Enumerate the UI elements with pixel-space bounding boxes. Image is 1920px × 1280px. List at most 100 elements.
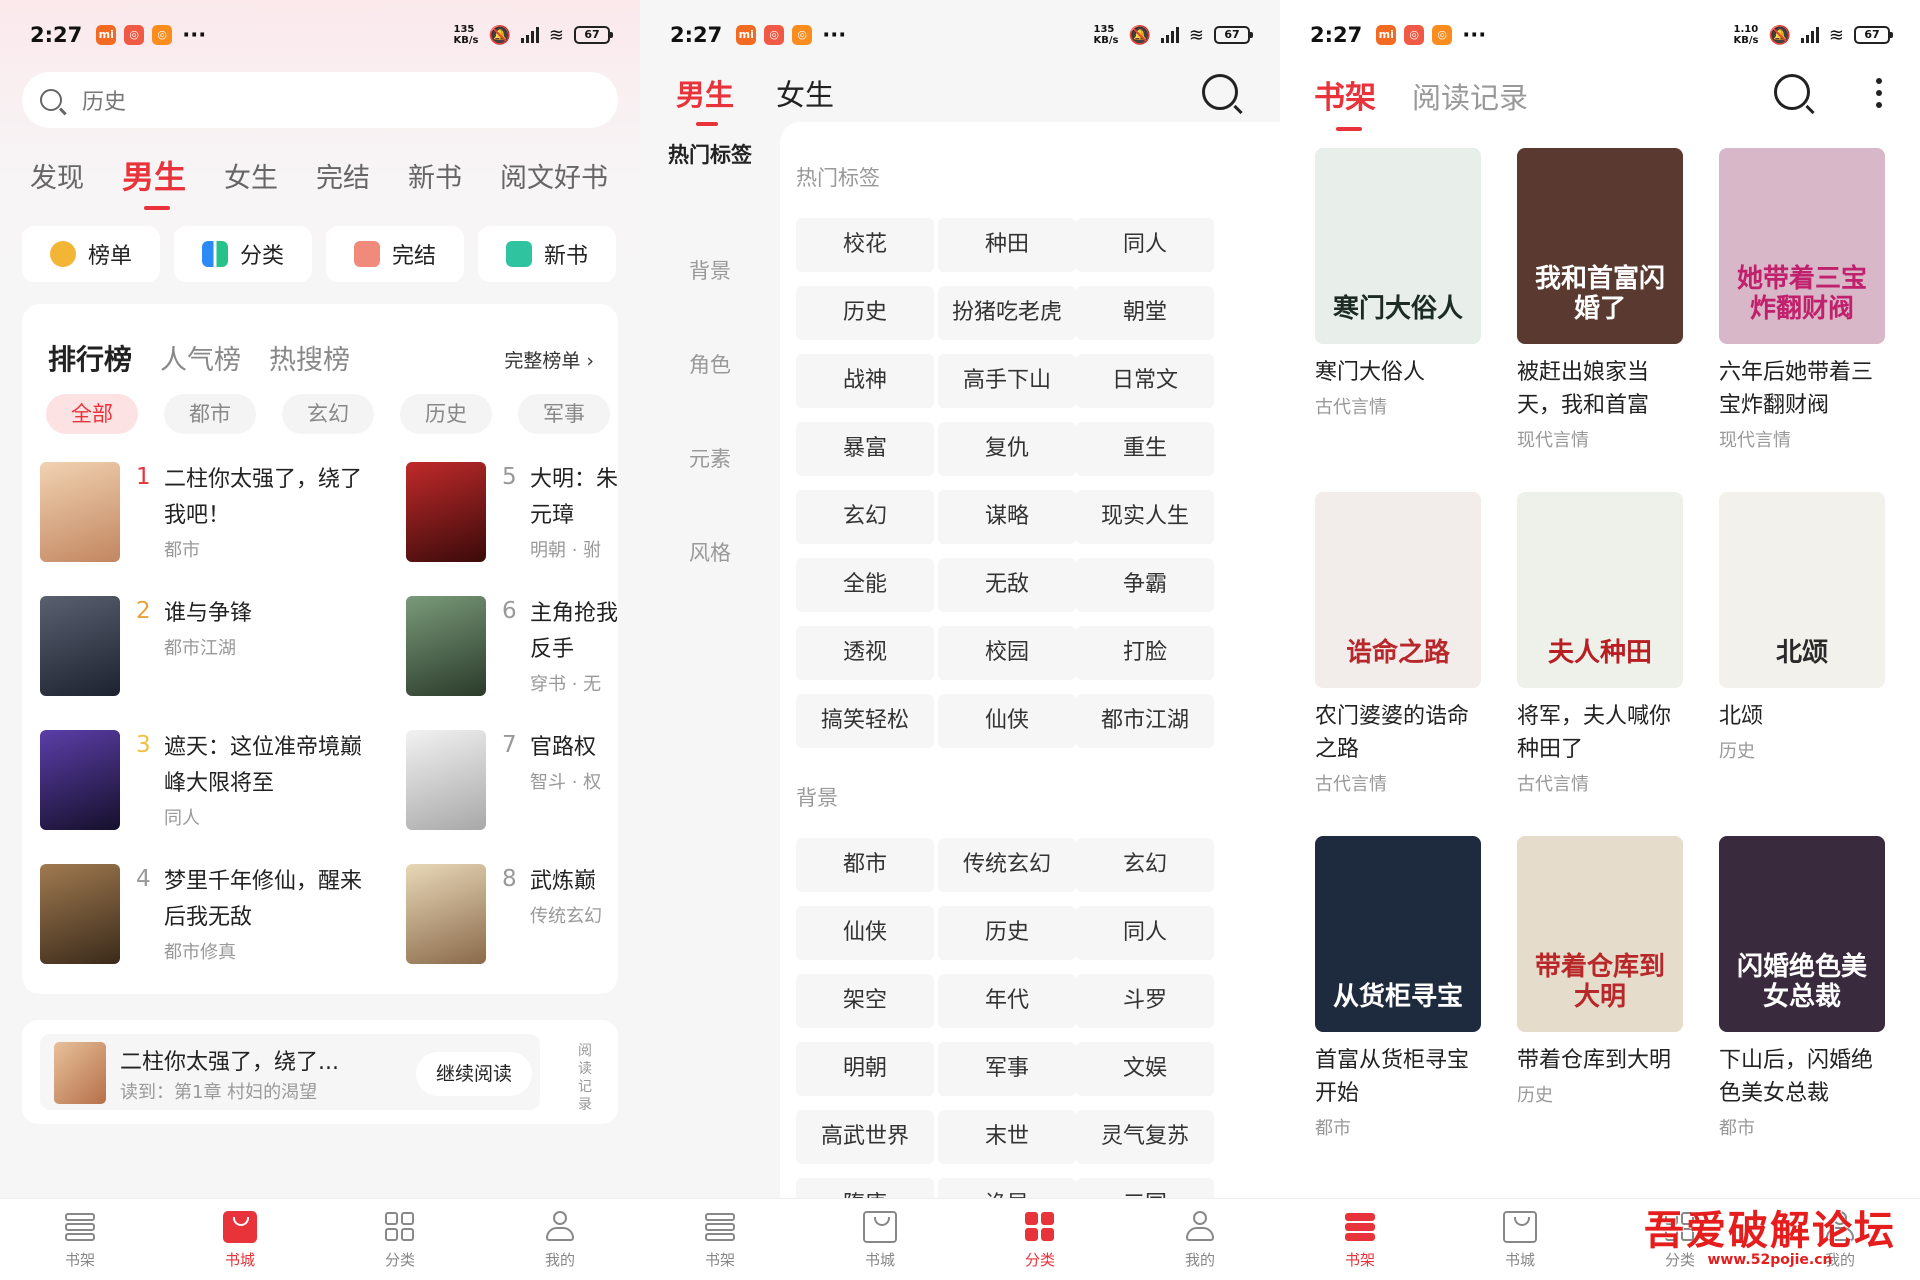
nav-shelf[interactable]: 书架 <box>0 1199 160 1280</box>
tag-chip[interactable]: 全能 <box>796 558 934 612</box>
side-hot-tags[interactable]: 热门标签 <box>640 130 780 224</box>
side-role[interactable]: 角色 <box>640 318 780 412</box>
side-style[interactable]: 风格 <box>640 506 780 600</box>
tab-ranking[interactable]: 排行榜 <box>48 338 132 378</box>
nav-shelf[interactable]: 书架 <box>640 1199 800 1280</box>
tab-female[interactable]: 女生 <box>224 156 278 202</box>
rank-item[interactable]: 6 主角抢我反手 穿书 · 无 <box>406 596 618 706</box>
nav-category[interactable]: 分类 <box>960 1199 1120 1280</box>
tab-hot-search[interactable]: 热搜榜 <box>269 338 350 378</box>
chip-military[interactable]: 军事 <box>518 394 610 434</box>
nav-profile[interactable]: 我的 <box>480 1199 640 1280</box>
shelf-book[interactable]: 寒门大俗人 寒门大俗人 古代言情 <box>1315 148 1483 419</box>
tag-chip[interactable]: 朝堂 <box>1076 286 1214 340</box>
shelf-book[interactable]: 诰命之路 农门婆婆的诰命之路 古代言情 <box>1315 492 1483 796</box>
tab-finished[interactable]: 完结 <box>316 156 370 202</box>
shelf-book[interactable]: 闪婚绝色美女总裁 下山后，闪婚绝色美女总裁 都市 <box>1719 836 1887 1140</box>
chip-fantasy[interactable]: 玄幻 <box>282 394 374 434</box>
tag-chip[interactable]: 现实人生 <box>1076 490 1214 544</box>
shelf-book[interactable]: 北颂 北颂 历史 <box>1719 492 1887 763</box>
category-button[interactable]: 分类 <box>174 226 312 282</box>
tab-popular[interactable]: 人气榜 <box>160 338 241 378</box>
tag-chip[interactable]: 玄幻 <box>796 490 934 544</box>
rank-item[interactable]: 4 梦里千年修仙，醒来后我无敌 都市修真 <box>40 864 370 974</box>
tag-chip[interactable]: 年代 <box>938 974 1076 1028</box>
tag-chip[interactable]: 校园 <box>938 626 1076 680</box>
tag-chip[interactable]: 都市 <box>796 838 934 892</box>
tag-chip[interactable]: 搞笑轻松 <box>796 694 934 748</box>
nav-store[interactable]: 书城 <box>1440 1199 1600 1280</box>
shelf-book[interactable]: 从货柜寻宝 首富从货柜寻宝开始 都市 <box>1315 836 1483 1140</box>
tag-chip[interactable]: 历史 <box>796 286 934 340</box>
rank-item[interactable]: 5 大明：朱元璋 明朝 · 驸 <box>406 462 618 572</box>
chip-history[interactable]: 历史 <box>400 394 492 434</box>
shelf-book[interactable]: 夫人种田 将军，夫人喊你种田了 古代言情 <box>1517 492 1685 796</box>
more-menu-icon[interactable] <box>1876 78 1882 114</box>
tag-chip[interactable]: 无敌 <box>938 558 1076 612</box>
nav-store[interactable]: 书城 <box>800 1199 960 1280</box>
finished-button[interactable]: 完结 <box>326 226 464 282</box>
chip-urban[interactable]: 都市 <box>164 394 256 434</box>
search-input[interactable]: 历史 <box>22 72 618 128</box>
search-icon[interactable] <box>1774 74 1810 110</box>
shelf-book[interactable]: 她带着三宝炸翻财阀 六年后她带着三宝炸翻财阀 现代言情 <box>1719 148 1887 452</box>
tab-shelf[interactable]: 书架 <box>1314 72 1376 131</box>
continue-reading-button[interactable]: 继续阅读 <box>416 1052 532 1096</box>
tag-chip[interactable]: 仙侠 <box>938 694 1076 748</box>
rank-item[interactable]: 7 官路权 智斗 · 权 <box>406 730 618 840</box>
tag-chip[interactable]: 扮猪吃老虎 <box>938 286 1076 340</box>
tag-chip[interactable]: 都市江湖 <box>1076 694 1214 748</box>
chip-all[interactable]: 全部 <box>46 394 138 434</box>
shelf-book[interactable]: 带着仓库到大明 带着仓库到大明 历史 <box>1517 836 1685 1107</box>
tag-chip[interactable]: 透视 <box>796 626 934 680</box>
tag-chip[interactable]: 同人 <box>1076 906 1214 960</box>
tag-chip[interactable]: 种田 <box>938 218 1076 272</box>
tag-chip[interactable]: 高武世界 <box>796 1110 934 1164</box>
tag-chip[interactable]: 明朝 <box>796 1042 934 1096</box>
tag-chip[interactable]: 斗罗 <box>1076 974 1214 1028</box>
tab-male[interactable]: 男生 <box>122 152 186 210</box>
new-book-button[interactable]: 新书 <box>478 226 616 282</box>
tag-chip[interactable]: 末世 <box>938 1110 1076 1164</box>
tag-chip[interactable]: 日常文 <box>1076 354 1214 408</box>
tag-chip[interactable]: 谋略 <box>938 490 1076 544</box>
tag-chip[interactable]: 打脸 <box>1076 626 1214 680</box>
tag-chip[interactable]: 历史 <box>938 906 1076 960</box>
rank-item[interactable]: 2 谁与争锋 都市江湖 <box>40 596 370 706</box>
tag-chip[interactable]: 校花 <box>796 218 934 272</box>
side-background[interactable]: 背景 <box>640 224 780 318</box>
nav-category[interactable]: 分类 <box>320 1199 480 1280</box>
tag-chip[interactable]: 复仇 <box>938 422 1076 476</box>
tag-chip[interactable]: 军事 <box>938 1042 1076 1096</box>
rank-item[interactable]: 8 武炼巅 传统玄幻 <box>406 864 618 974</box>
shelf-book[interactable]: 我和首富闪婚了 被赶出娘家当天，我和首富 现代言情 <box>1517 148 1685 452</box>
tag-chip[interactable]: 重生 <box>1076 422 1214 476</box>
tag-chip[interactable]: 玄幻 <box>1076 838 1214 892</box>
tab-reading-history[interactable]: 阅读记录 <box>1412 75 1528 117</box>
search-icon[interactable] <box>1202 74 1238 110</box>
tag-chip[interactable]: 高手下山 <box>938 354 1076 408</box>
reading-history-link[interactable]: 阅读记录 <box>578 1042 594 1114</box>
side-element[interactable]: 元素 <box>640 412 780 506</box>
tag-chip[interactable]: 灵气复苏 <box>1076 1110 1214 1164</box>
tab-male[interactable]: 男生 <box>676 72 734 126</box>
full-ranking-link[interactable]: 完整榜单 › <box>504 346 594 373</box>
rank-item[interactable]: 1 二柱你太强了，绕了我吧！ 都市 <box>40 462 370 572</box>
tag-chip[interactable]: 战神 <box>796 354 934 408</box>
tag-chip[interactable]: 文娱 <box>1076 1042 1214 1096</box>
tab-discover[interactable]: 发现 <box>30 156 84 202</box>
nav-shelf[interactable]: 书架 <box>1280 1199 1440 1280</box>
tag-chip[interactable]: 暴富 <box>796 422 934 476</box>
ranking-button[interactable]: 榜单 <box>22 226 160 282</box>
tag-chip[interactable]: 争霸 <box>1076 558 1214 612</box>
tag-chip[interactable]: 架空 <box>796 974 934 1028</box>
tag-chip[interactable]: 同人 <box>1076 218 1214 272</box>
tag-chip[interactable]: 传统玄幻 <box>938 838 1076 892</box>
rank-item[interactable]: 3 遮天：这位准帝境巅峰大限将至 同人 <box>40 730 370 840</box>
tab-yuewen[interactable]: 阅文好书 <box>500 156 608 202</box>
tab-female[interactable]: 女生 <box>776 72 834 114</box>
nav-store[interactable]: 书城 <box>160 1199 320 1280</box>
tab-new[interactable]: 新书 <box>408 156 462 202</box>
nav-profile[interactable]: 我的 <box>1120 1199 1280 1280</box>
tag-chip[interactable]: 仙侠 <box>796 906 934 960</box>
